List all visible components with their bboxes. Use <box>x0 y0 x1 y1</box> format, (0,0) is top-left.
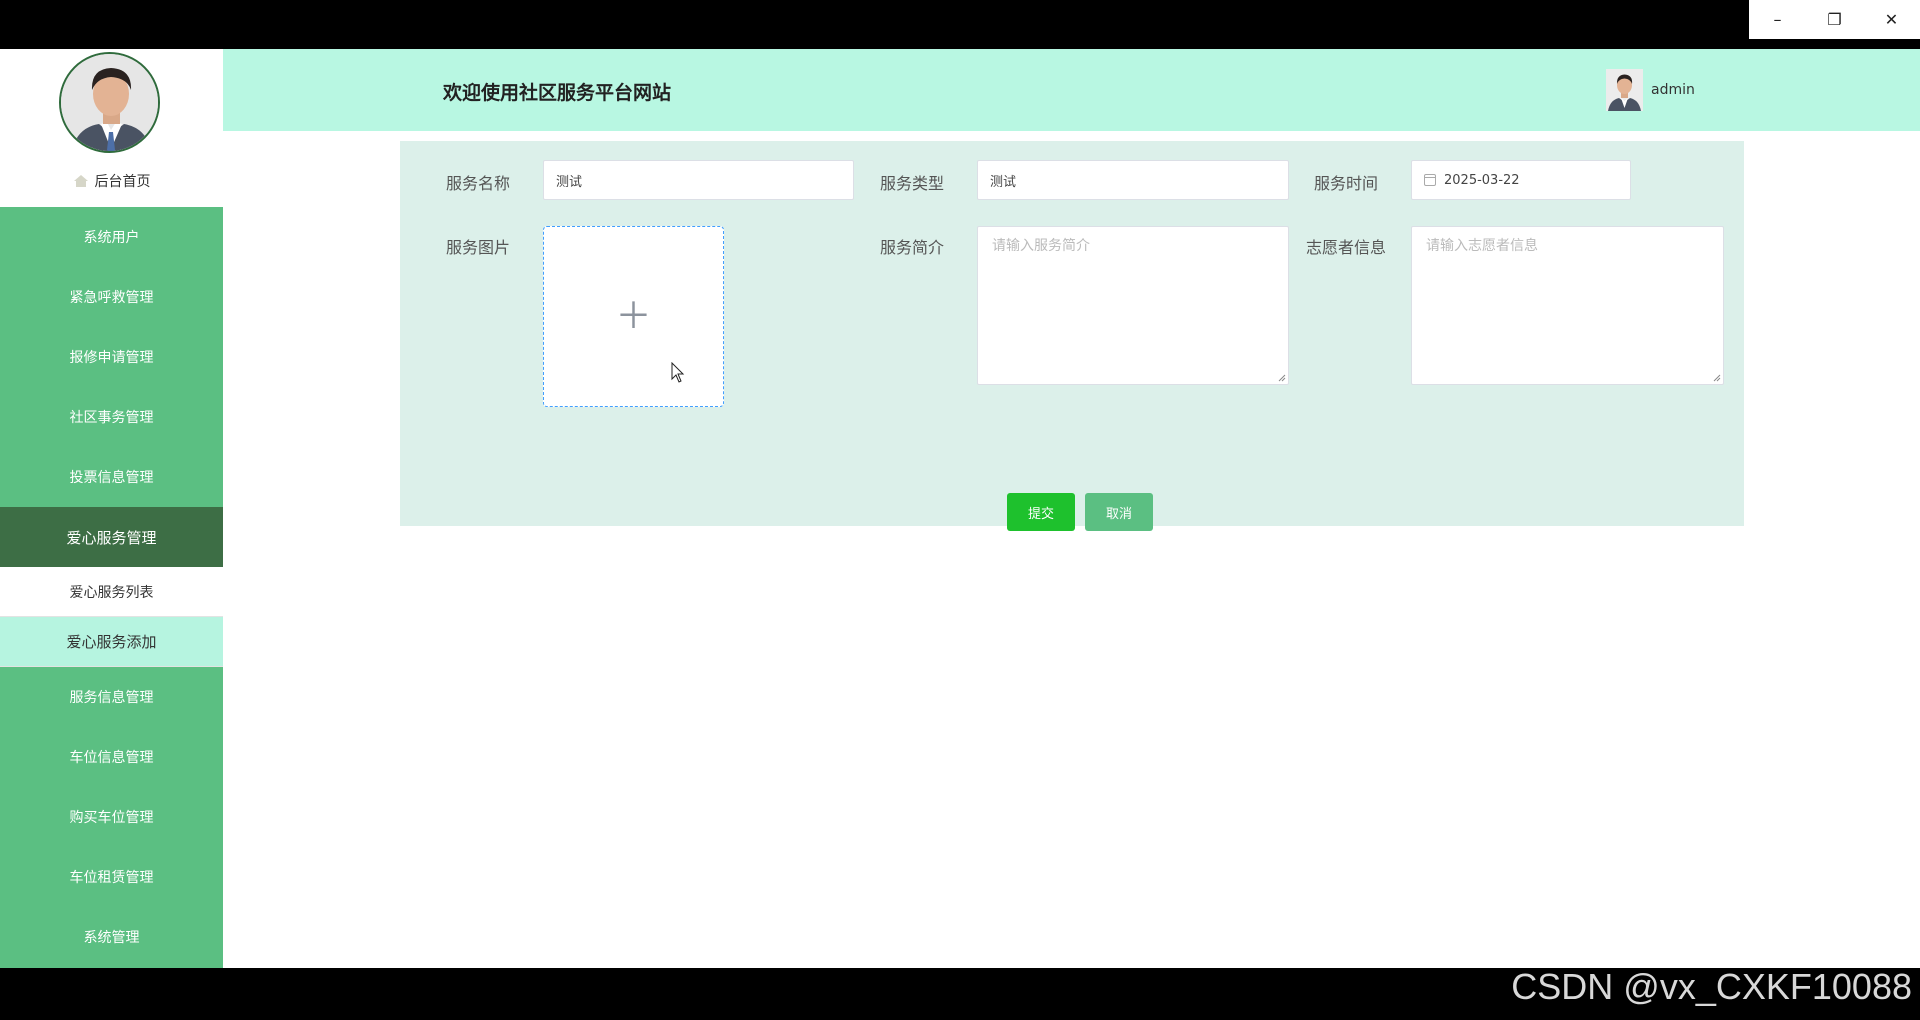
submit-button[interactable]: 提交 <box>1007 493 1075 531</box>
service-time-picker[interactable]: 2025-03-22 <box>1411 160 1631 200</box>
sidebar-menu: 系统用户 紧急呼救管理 报修申请管理 社区事务管理 投票信息管理 爱心服务管理 … <box>0 207 223 967</box>
service-name-label: 服务名称 <box>446 174 511 193</box>
restore-button[interactable]: ❐ <box>1806 0 1863 39</box>
service-time-value: 2025-03-22 <box>1444 172 1520 188</box>
username-label: admin <box>1651 82 1695 98</box>
close-button[interactable]: ✕ <box>1863 0 1920 39</box>
resize-grip-icon[interactable] <box>1713 374 1721 382</box>
sidebar-item-community-affairs[interactable]: 社区事务管理 <box>0 387 223 447</box>
sidebar-item-system-users[interactable]: 系统用户 <box>0 207 223 267</box>
sidebar-item-repair[interactable]: 报修申请管理 <box>0 327 223 387</box>
sidebar-item-emergency[interactable]: 紧急呼救管理 <box>0 267 223 327</box>
home-icon <box>73 175 88 187</box>
app-window: 后台首页 系统用户 紧急呼救管理 报修申请管理 社区事务管理 投票信息管理 爱心… <box>0 49 1920 968</box>
submenu-item-charity-list[interactable]: 爱心服务列表 <box>0 567 223 617</box>
service-name-value: 测试 <box>556 174 583 190</box>
avatar <box>59 52 160 153</box>
window-controls: – ❐ ✕ <box>1749 0 1920 39</box>
service-time-label: 服务时间 <box>1314 174 1379 193</box>
sidebar-item-charity-service[interactable]: 爱心服务管理 <box>0 507 223 567</box>
sidebar-item-voting[interactable]: 投票信息管理 <box>0 447 223 507</box>
submenu-item-charity-add[interactable]: 爱心服务添加 <box>0 617 223 667</box>
service-image-label: 服务图片 <box>446 238 511 257</box>
service-type-input[interactable]: 测试 <box>977 160 1289 200</box>
service-intro-label: 服务简介 <box>880 238 945 257</box>
avatar-portrait-icon <box>61 54 158 151</box>
service-intro-textarea[interactable]: 请输入服务简介 <box>977 226 1289 385</box>
sidebar-profile: 后台首页 <box>0 49 223 207</box>
calendar-icon <box>1424 174 1436 186</box>
sidebar-item-parking-purchase[interactable]: 购买车位管理 <box>0 787 223 847</box>
service-type-label: 服务类型 <box>880 174 945 193</box>
top-header: 欢迎使用社区服务平台网站 admin <box>223 49 1920 131</box>
watermark: CSDN @vx_CXKF10088 <box>1511 966 1912 1007</box>
window-titlebar: – ❐ ✕ <box>0 0 1920 49</box>
sidebar-item-service-info[interactable]: 服务信息管理 <box>0 667 223 727</box>
resize-grip-icon[interactable] <box>1278 374 1286 382</box>
service-intro-placeholder: 请输入服务简介 <box>992 238 1090 254</box>
user-avatar <box>1606 69 1643 111</box>
sidebar-item-system-management[interactable]: 系统管理 <box>0 907 223 967</box>
plus-icon: ＋ <box>615 295 652 337</box>
mouse-cursor-icon <box>671 362 685 383</box>
volunteer-info-label: 志愿者信息 <box>1306 238 1387 257</box>
page-title: 欢迎使用社区服务平台网站 <box>443 82 672 104</box>
sidebar-item-parking-info[interactable]: 车位信息管理 <box>0 727 223 787</box>
sidebar-item-parking-rental[interactable]: 车位租赁管理 <box>0 847 223 907</box>
volunteer-info-textarea[interactable]: 请输入志愿者信息 <box>1411 226 1724 385</box>
user-menu[interactable]: admin <box>1606 69 1695 111</box>
volunteer-info-placeholder: 请输入志愿者信息 <box>1426 238 1538 254</box>
minimize-button[interactable]: – <box>1749 0 1806 39</box>
service-type-value: 测试 <box>990 174 1017 190</box>
sidebar: 后台首页 系统用户 紧急呼救管理 报修申请管理 社区事务管理 投票信息管理 爱心… <box>0 49 223 968</box>
home-link[interactable]: 后台首页 <box>0 169 223 193</box>
service-name-input[interactable]: 测试 <box>543 160 854 200</box>
cancel-button[interactable]: 取消 <box>1085 493 1153 531</box>
home-label: 后台首页 <box>94 174 151 190</box>
image-upload-button[interactable]: ＋ <box>543 226 724 407</box>
user-portrait-icon <box>1606 69 1643 111</box>
add-service-form: 服务名称 测试 服务类型 测试 服务时间 2025-03-22 服务图片 ＋ 服… <box>400 141 1744 531</box>
